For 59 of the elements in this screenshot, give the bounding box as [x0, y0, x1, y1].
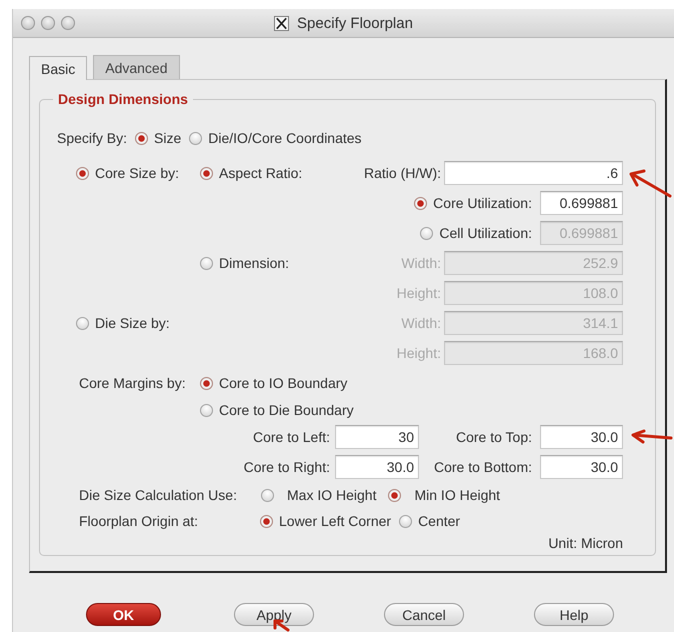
option-label: Core Utilization:	[433, 195, 532, 211]
radio-button[interactable]	[189, 132, 202, 144]
form-label: Core Margins by:	[79, 375, 186, 391]
dialog-button[interactable]: OK	[86, 603, 161, 626]
form-label: Floorplan Origin at:	[79, 513, 200, 529]
field-label: Core to Top:	[454, 429, 532, 445]
input-field[interactable]: 30.0	[335, 455, 419, 479]
radio-button[interactable]	[76, 166, 89, 180]
tab[interactable]: Basic	[29, 56, 88, 80]
radio-button[interactable]	[200, 404, 213, 416]
field-label: Height:	[396, 345, 441, 361]
option-label: Cell Utilization:	[439, 225, 532, 241]
option-label: Core to Die Boundary	[219, 402, 354, 418]
annotation-arrow	[628, 168, 672, 198]
radio-button[interactable]	[399, 514, 412, 528]
option-label: Dimension:	[219, 255, 290, 271]
input-field[interactable]: 30	[335, 425, 419, 449]
option-label: Die Size by:	[95, 315, 170, 331]
input-field[interactable]: 30.0	[540, 425, 623, 449]
annotation-arrow	[630, 430, 672, 444]
radio-button[interactable]	[388, 488, 402, 502]
field-label: Core to Left:	[252, 429, 330, 445]
radio-button[interactable]	[76, 316, 89, 330]
window-control-icon[interactable]	[21, 16, 35, 30]
option-label: Core Size by:	[95, 165, 180, 181]
window-title: Specify Floorplan	[297, 14, 413, 32]
radio-button[interactable]	[200, 376, 213, 390]
field-label: Ratio (H/W):	[364, 165, 441, 181]
field-label: Core to Right:	[244, 459, 330, 475]
form-label: Die Size Calculation Use:	[79, 487, 238, 503]
window-control-icon[interactable]	[61, 16, 75, 30]
unit-label: Unit: Micron	[548, 536, 623, 550]
radio-button[interactable]	[200, 256, 213, 270]
form-label: Specify By:	[57, 130, 128, 146]
option-label: Aspect Ratio:	[219, 165, 302, 181]
option-label: Lower Left Corner	[279, 513, 392, 529]
radio-button[interactable]	[414, 196, 428, 210]
input-field[interactable]: 0.699881	[540, 191, 623, 215]
field-label: Core to Bottom:	[432, 459, 532, 475]
option-label: Core to IO Boundary	[219, 375, 348, 391]
radio-button[interactable]	[260, 514, 273, 528]
option-label: Min IO Height	[414, 487, 500, 503]
x-logo-icon	[274, 16, 290, 30]
option-label: Size	[154, 130, 182, 146]
field-label: Width:	[401, 255, 441, 271]
window-control-icon[interactable]	[41, 16, 55, 30]
option-label: Die/IO/Core Coordinates	[208, 130, 362, 146]
field-label: Height:	[396, 285, 441, 301]
option-label: Center	[418, 513, 460, 529]
radio-button[interactable]	[200, 166, 213, 180]
tab[interactable]: Advanced	[93, 55, 180, 79]
input-field[interactable]: 30.0	[540, 455, 623, 479]
radio-button[interactable]	[135, 132, 148, 144]
option-label: Max IO Height	[287, 487, 376, 503]
field-label: Width:	[401, 315, 441, 331]
input-field[interactable]: .6	[444, 161, 623, 185]
dialog-button[interactable]: Help	[534, 603, 614, 626]
radio-button[interactable]	[261, 488, 274, 502]
dialog-button[interactable]: Cancel	[384, 603, 464, 626]
